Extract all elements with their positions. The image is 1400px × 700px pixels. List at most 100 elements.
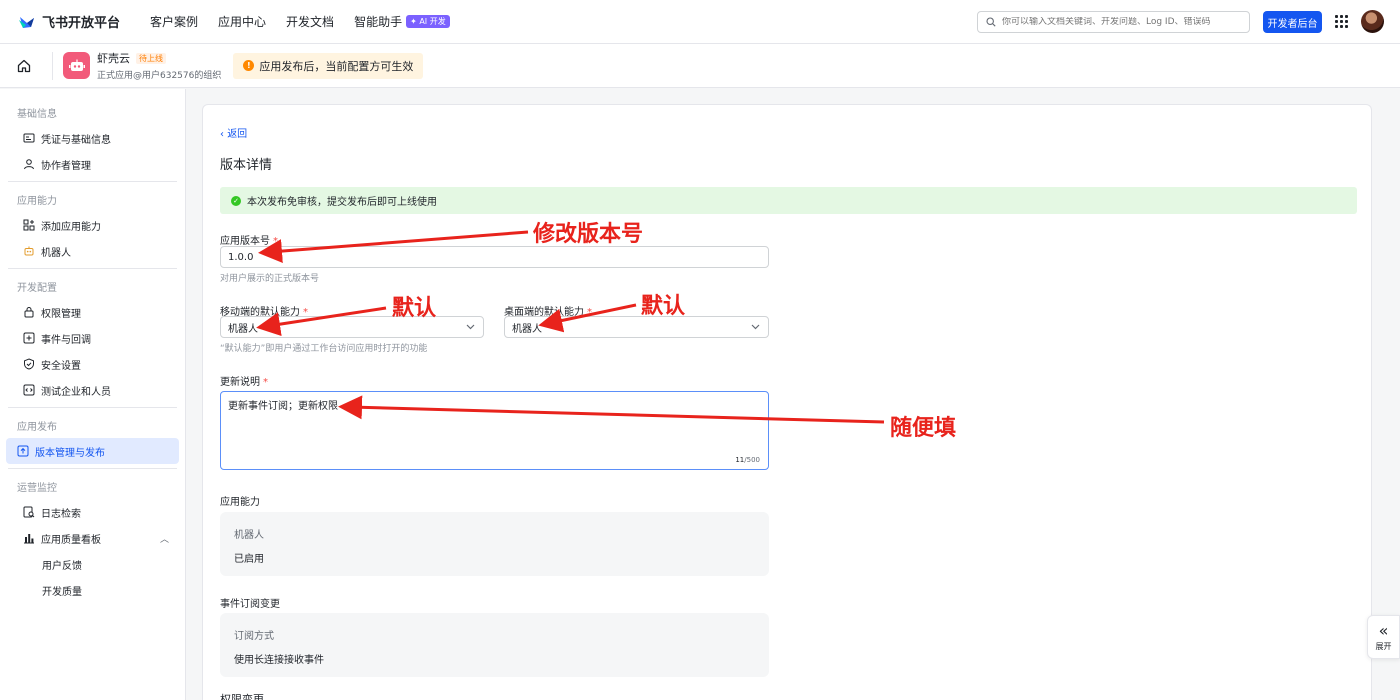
sidebar-item-label: 安全设置	[41, 360, 81, 372]
back-label: 返回	[227, 129, 248, 140]
sidebar-item-test-tenants[interactable]: 测试企业和人员	[6, 377, 179, 403]
robot-icon	[68, 59, 85, 71]
chevron-left-icon: ‹	[220, 129, 224, 140]
default-ability-hint: “默认能力”即用户通过工作台访问应用时打开的功能	[220, 344, 428, 354]
sidebar-item-events[interactable]: 事件与回调	[6, 325, 179, 351]
code-box-icon	[23, 384, 35, 396]
logo[interactable]: 飞书开放平台	[18, 12, 120, 31]
sidebar-item-security[interactable]: 安全设置	[6, 351, 179, 377]
nav-app-center[interactable]: 应用中心	[218, 13, 266, 30]
sidebar: 基础信息 凭证与基础信息 协作者管理 应用能力 添加应用能力 机器人 开发配置 …	[0, 89, 186, 700]
ai-badge: ✦ AI 开发	[406, 15, 450, 28]
release-notes-value: 更新事件订阅；更新权限	[228, 401, 338, 412]
sidebar-item-bot[interactable]: 机器人	[6, 238, 179, 264]
sidebar-item-label: 应用质量看板	[41, 534, 101, 546]
event-key: 订阅方式	[234, 631, 274, 642]
sidebar-item-user-feedback[interactable]: 用户反馈	[6, 551, 179, 577]
char-max: /500	[744, 456, 760, 464]
sidebar-item-label: 添加应用能力	[41, 221, 101, 233]
char-counter: 11/500	[735, 456, 760, 464]
user-avatar[interactable]	[1361, 10, 1384, 33]
version-input[interactable]: 1.0.0	[220, 246, 769, 268]
sidebar-item-label: 日志检索	[41, 508, 81, 520]
version-hint: 对用户展示的正式版本号	[220, 274, 320, 284]
shield-icon	[24, 358, 34, 370]
nav-assistant[interactable]: 智能助手 ✦ AI 开发	[354, 13, 450, 30]
annotation-desktop-default: 默认	[641, 294, 686, 319]
version-detail-panel: ‹ 返回 版本详情 ✓ 本次发布免审核，提交发布后即可上线使用 应用版本号 * 1…	[202, 104, 1372, 700]
bar-chart-icon	[24, 534, 34, 544]
developer-console-button[interactable]: 开发者后台	[1263, 11, 1322, 33]
search-box[interactable]	[977, 11, 1250, 33]
ability-value: 已启用	[234, 554, 264, 565]
expand-panel-button[interactable]: « 展开	[1367, 615, 1400, 659]
sidebar-item-version-publish[interactable]: 版本管理与发布	[6, 438, 179, 464]
version-label: 应用版本号 *	[220, 232, 278, 247]
nav-cases[interactable]: 客户案例	[150, 13, 198, 30]
upload-icon	[17, 445, 29, 457]
sidebar-group-ability: 应用能力	[17, 195, 57, 207]
sidebar-item-permissions[interactable]: 权限管理	[6, 299, 179, 325]
sidebar-item-label: 凭证与基础信息	[41, 134, 111, 146]
sidebar-divider	[8, 268, 177, 269]
sidebar-group-dev-config: 开发配置	[17, 282, 57, 294]
release-notes-textarea[interactable]: 更新事件订阅；更新权限 11/500	[220, 391, 769, 470]
status-badge: 待上线	[136, 52, 166, 64]
chevron-up-icon[interactable]: ︿	[160, 532, 169, 545]
sidebar-item-dev-quality[interactable]: 开发质量	[6, 577, 179, 603]
permission-section-title: 权限变更	[220, 693, 264, 700]
warning-icon: !	[243, 60, 255, 71]
chevron-down-icon	[466, 324, 475, 330]
notes-label: 更新说明 *	[220, 373, 268, 388]
success-text: 本次发布免审核，提交发布后即可上线使用	[247, 197, 437, 208]
page-title: 版本详情	[220, 158, 273, 173]
sidebar-item-log-search[interactable]: 日志检索	[6, 499, 179, 525]
sidebar-item-label: 协作者管理	[41, 160, 91, 172]
char-count: 11	[735, 456, 745, 464]
logo-text: 飞书开放平台	[42, 16, 121, 31]
event-section-title: 事件订阅变更	[220, 599, 280, 610]
lock-icon	[24, 307, 34, 318]
apps-grid-icon[interactable]	[1335, 15, 1348, 28]
bot-icon	[24, 246, 34, 256]
sidebar-divider	[8, 407, 177, 408]
home-icon[interactable]	[16, 58, 32, 74]
id-card-icon	[23, 133, 35, 143]
top-bar: 飞书开放平台 客户案例 应用中心 开发文档 智能助手 ✦ AI 开发 开发者后台	[0, 0, 1400, 44]
back-link[interactable]: ‹ 返回	[220, 125, 247, 140]
sidebar-item-label: 机器人	[41, 247, 71, 259]
sidebar-item-collaborators[interactable]: 协作者管理	[6, 151, 179, 177]
expand-label: 展开	[1375, 641, 1392, 651]
feishu-logo-icon	[19, 16, 34, 28]
sidebar-item-credentials[interactable]: 凭证与基础信息	[6, 125, 179, 151]
desktop-select-value: 机器人	[512, 323, 542, 335]
app-header: 虾壳云 待上线 正式应用@用户632576的组织 ! 应用发布后，当前配置方可生…	[0, 44, 1400, 88]
top-nav: 客户案例 应用中心 开发文档 智能助手 ✦ AI 开发	[150, 13, 470, 30]
event-card: 订阅方式 使用长连接接收事件	[220, 613, 769, 677]
user-icon	[24, 159, 34, 170]
search-input[interactable]	[1002, 17, 1242, 27]
event-value: 使用长连接接收事件	[234, 655, 324, 666]
notes-label-text: 更新说明	[220, 377, 260, 388]
nav-assistant-label: 智能助手	[354, 15, 403, 29]
mobile-select-value: 机器人	[228, 323, 258, 335]
app-name: 虾壳云	[97, 52, 130, 65]
required-mark: *	[263, 377, 268, 388]
desktop-default-select[interactable]: 机器人	[504, 316, 769, 338]
ability-card: 机器人 已启用	[220, 512, 769, 576]
nav-docs[interactable]: 开发文档	[286, 13, 334, 30]
check-circle-icon: ✓	[231, 195, 241, 206]
sidebar-item-label: 版本管理与发布	[35, 447, 105, 459]
sidebar-divider	[8, 181, 177, 182]
sidebar-divider	[8, 468, 177, 469]
sidebar-group-publish: 应用发布	[17, 421, 57, 433]
app-org: 正式应用@用户632576的组织	[97, 71, 222, 81]
mobile-default-select[interactable]: 机器人	[220, 316, 484, 338]
success-banner: ✓ 本次发布免审核，提交发布后即可上线使用	[220, 187, 1357, 214]
sidebar-item-quality-dashboard[interactable]: 应用质量看板 ︿	[6, 525, 179, 551]
sidebar-item-add-ability[interactable]: 添加应用能力	[6, 212, 179, 238]
annotation-notes: 随便填	[890, 416, 957, 441]
search-icon	[986, 17, 996, 27]
sidebar-group-basic: 基础信息	[17, 108, 57, 120]
sidebar-item-label: 测试企业和人员	[41, 386, 111, 398]
